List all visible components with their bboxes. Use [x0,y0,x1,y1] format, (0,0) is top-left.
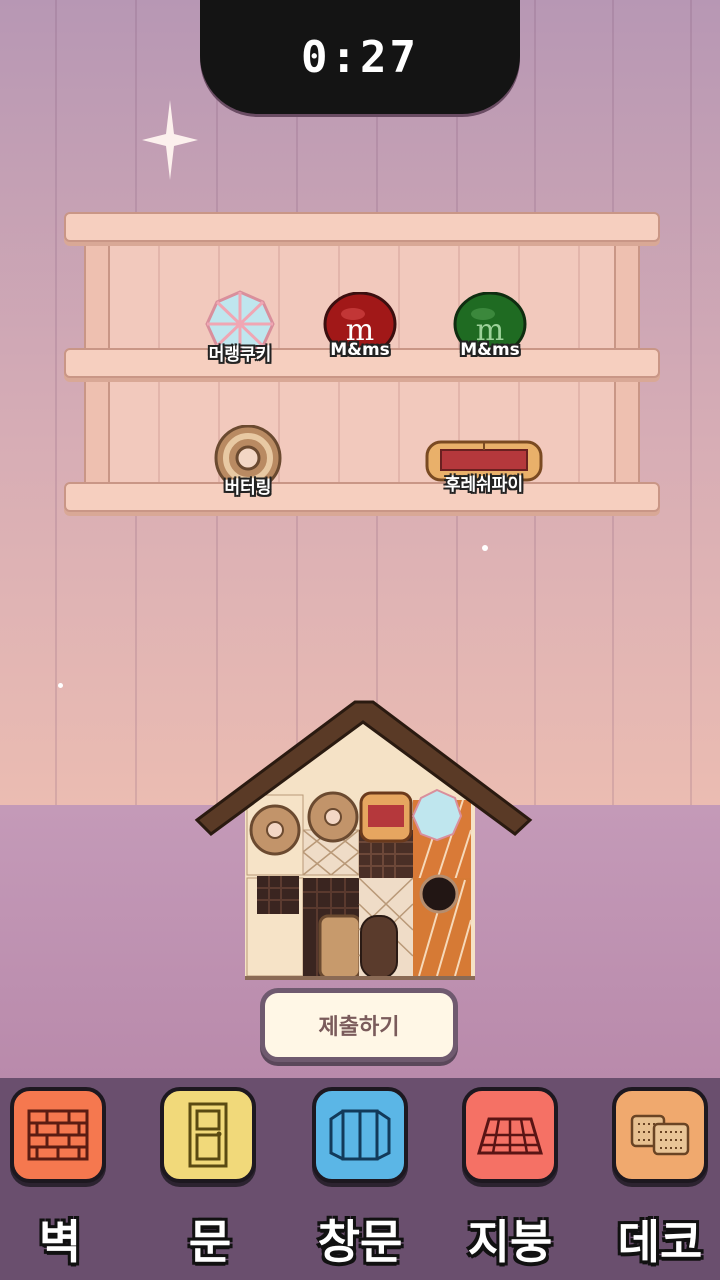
cracker-deco-icon [630,1114,690,1156]
item-label: M&ms [460,340,520,360]
tab-window-button[interactable] [312,1087,408,1183]
shelf-bottom-board [64,482,660,512]
sparkle-icon [142,100,198,180]
tab-door-button[interactable] [160,1087,256,1183]
tab-roof-label[interactable]: 지붕 [450,1206,570,1272]
sparkle-dot [58,683,63,688]
shelf-item-fresh-pie[interactable]: 후레쉬파이 [420,440,548,495]
tab-wall-button[interactable] [10,1087,106,1183]
tab-wall-label[interactable]: 벽 [0,1206,120,1272]
roof-icon [477,1117,543,1155]
sparkle-dot [482,545,488,551]
timer: 0:27 [200,0,520,114]
shelf-item-green-mms[interactable]: m M&ms [440,292,540,360]
category-tabs [0,1082,720,1194]
item-label: 버터링 [224,478,272,498]
tab-deco-button[interactable] [612,1087,708,1183]
candy-house [194,700,533,980]
timer-text: 0:27 [301,31,419,83]
shelf-item-red-mms[interactable]: m M&ms [310,292,410,360]
item-label: M&ms [330,340,390,360]
tab-door-label[interactable]: 문 [150,1206,270,1272]
brick-wall-icon [27,1109,89,1161]
wall-plank [55,0,57,805]
tab-deco-label[interactable]: 데코 [600,1206,720,1272]
shelf-top-board [64,212,660,242]
shelf-item-butter-ring[interactable]: 버터링 [198,425,298,498]
item-label: 후레쉬파이 [444,475,524,495]
tab-roof-button[interactable] [462,1087,558,1183]
shelf-item-meringue[interactable]: 머랭쿠키 [190,290,290,365]
wall-plank [690,0,692,805]
door-icon [188,1102,228,1168]
item-label: 머랭쿠키 [208,345,272,365]
window-icon [329,1109,391,1161]
tab-window-label[interactable]: 창문 [300,1206,420,1272]
submit-button[interactable]: 제출하기 [260,988,458,1062]
